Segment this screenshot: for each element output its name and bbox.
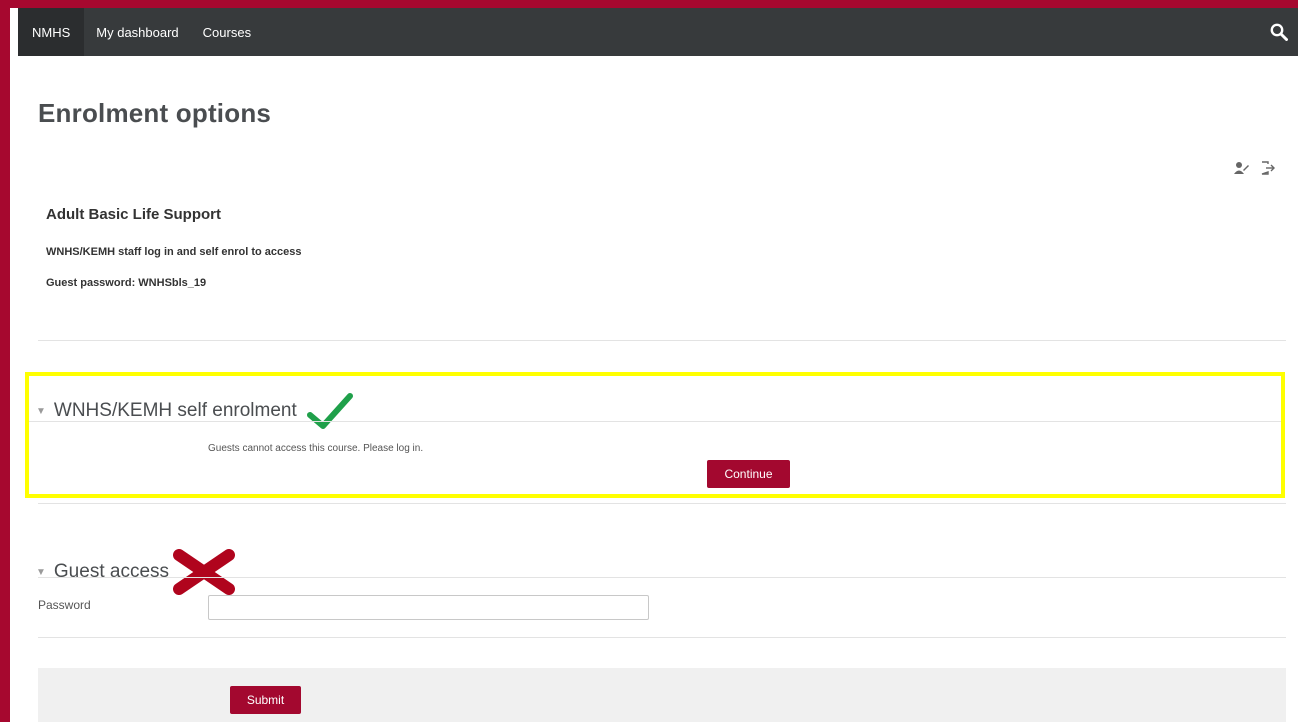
top-frame-strip (0, 0, 1298, 8)
guest-notice: Guests cannot access this course. Please… (208, 443, 424, 454)
self-enrolment-highlight (25, 372, 1285, 498)
divider (38, 637, 1286, 638)
left-frame-strip (0, 0, 10, 722)
top-navbar: NMHS My dashboard Courses (18, 8, 1298, 56)
self-enrolment-heading: WNHS/KEMH self enrolment (53, 400, 297, 421)
guest-access-legend[interactable]: ▼ Guest access (36, 549, 236, 595)
search-button[interactable] (1260, 8, 1298, 56)
submit-button[interactable]: Submit (230, 686, 301, 714)
nav-courses[interactable]: Courses (191, 8, 263, 56)
red-cross-icon (173, 549, 236, 595)
page-title: Enrolment options (38, 98, 272, 128)
divider (38, 340, 1286, 341)
divider (38, 503, 1286, 504)
divider (29, 421, 1281, 422)
enrol-users-icon[interactable] (1234, 161, 1250, 180)
course-summary-line: WNHS/KEMH staff log in and self enrol to… (46, 246, 302, 258)
header-action-icons (1234, 160, 1276, 181)
collapse-caret-icon: ▼ (36, 566, 46, 578)
self-enrolment-legend[interactable]: ▼ WNHS/KEMH self enrolment (36, 393, 353, 429)
unenrol-icon[interactable] (1260, 160, 1276, 181)
password-label: Password (38, 598, 91, 612)
green-check-icon (306, 393, 353, 429)
course-name: Adult Basic Life Support (46, 206, 222, 223)
course-summary-line: Guest password: WNHSbls_19 (46, 277, 207, 289)
divider (38, 577, 1286, 578)
nav-brand[interactable]: NMHS (18, 8, 85, 56)
collapse-caret-icon: ▼ (36, 405, 46, 417)
password-field[interactable] (208, 595, 649, 620)
search-icon (1270, 23, 1288, 41)
nav-my-dashboard[interactable]: My dashboard (84, 8, 190, 56)
continue-button[interactable]: Continue (707, 460, 790, 488)
guest-access-heading: Guest access (53, 561, 170, 582)
form-footer (38, 668, 1286, 722)
